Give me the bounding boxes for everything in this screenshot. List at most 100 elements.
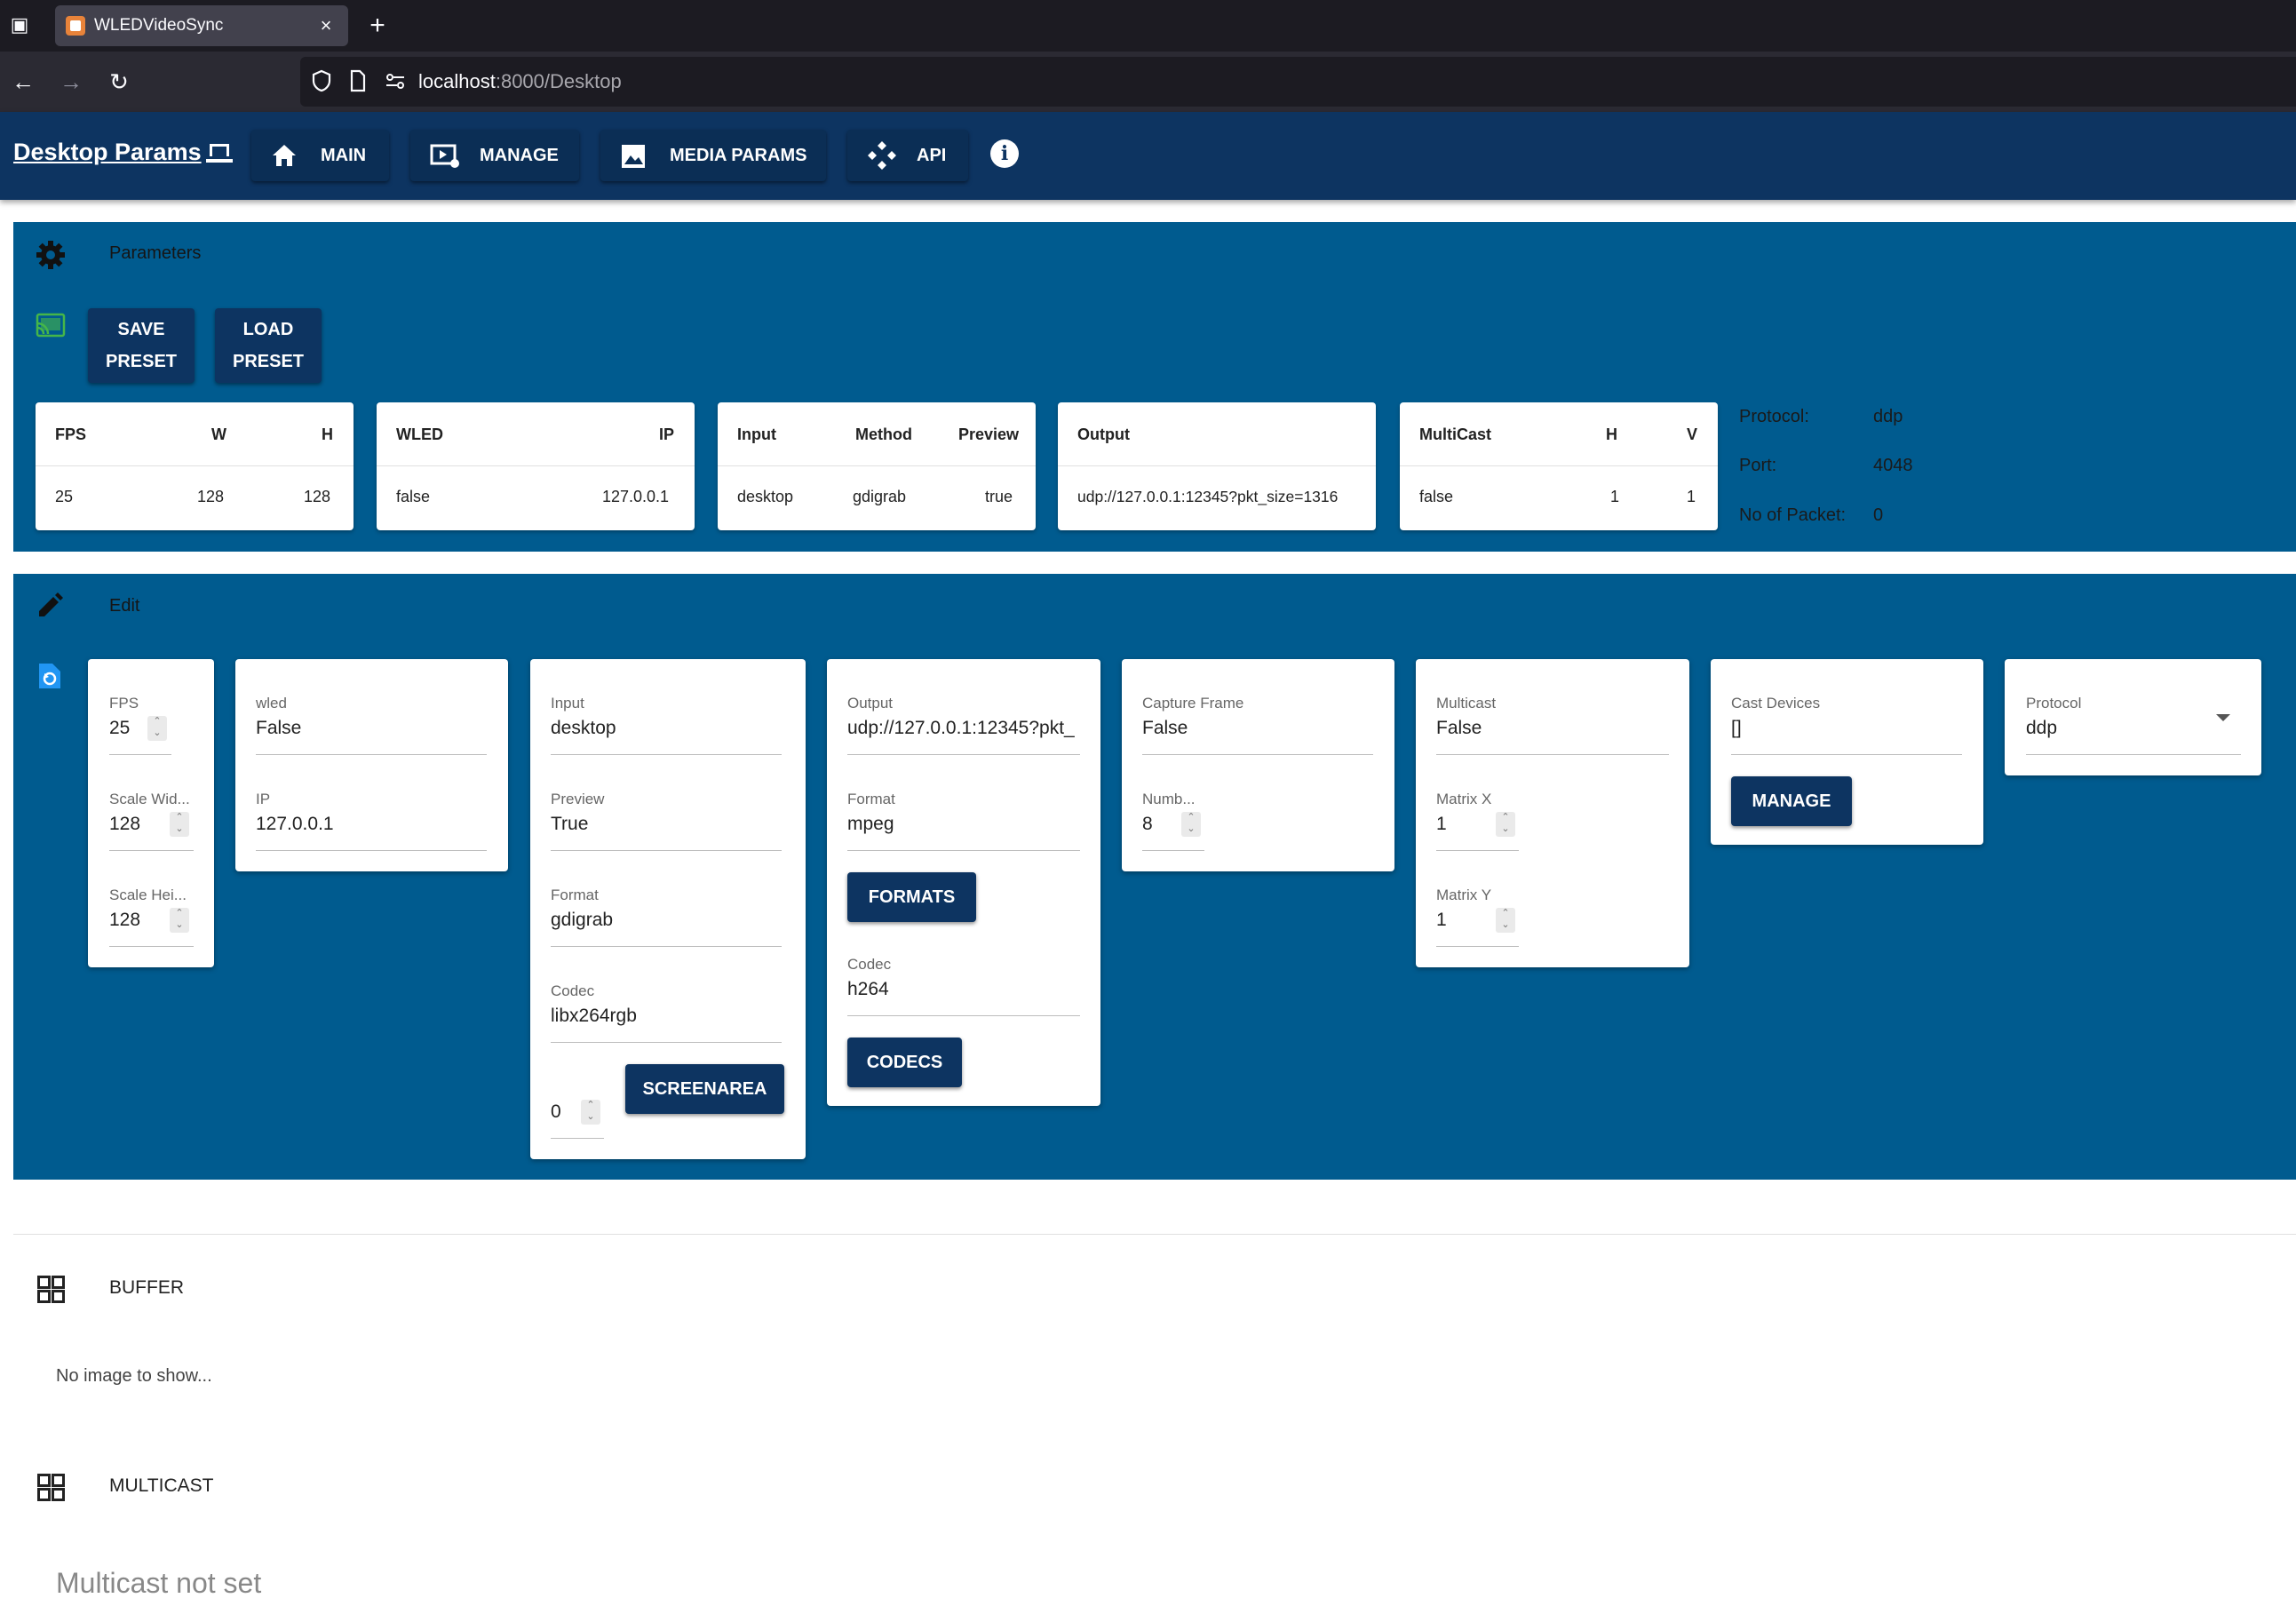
scale-width-input[interactable]: 128	[109, 814, 140, 835]
scale-height-stepper[interactable]: ⌃ ⌄	[170, 908, 189, 933]
permissions-icon[interactable]	[384, 69, 407, 92]
fps-label: FPS	[109, 695, 139, 712]
packets-label: No of Packet:	[1739, 505, 1847, 525]
field-underline	[109, 850, 194, 851]
table-cell: 128	[197, 488, 225, 505]
protocol-card[interactable]: Protocol ddp	[2005, 659, 2261, 775]
format-label: Format	[847, 791, 895, 807]
field-underline	[551, 946, 782, 947]
field-underline	[847, 850, 1080, 851]
multicast-field[interactable]: False	[1436, 718, 1482, 739]
table-cell: desktop	[737, 488, 794, 505]
shield-icon[interactable]	[311, 69, 332, 92]
capture-frame-label: Capture Frame	[1142, 695, 1244, 712]
output-field[interactable]: udp://127.0.0.1:12345?pkt_	[847, 718, 1080, 739]
field-underline	[551, 1042, 782, 1043]
monitor-stepper[interactable]: ⌃ ⌄	[581, 1100, 600, 1125]
matrix-x-stepper[interactable]: ⌃ ⌄	[1496, 812, 1515, 837]
matrix-y-input[interactable]: 1	[1436, 910, 1447, 931]
field-underline	[1436, 946, 1519, 947]
load-preset-button[interactable]: LOAD PRESET	[215, 308, 322, 383]
cast-devices-label: Cast Devices	[1731, 695, 1821, 712]
close-tab-icon[interactable]: ×	[313, 12, 339, 39]
field-underline	[847, 754, 1080, 755]
dropdown-arrow-icon[interactable]	[2216, 714, 2230, 721]
tab-title: WLEDVideoSync	[94, 16, 224, 35]
tab-list-icon[interactable]: ▣	[7, 12, 32, 37]
forward-icon[interactable]: →	[53, 64, 89, 99]
laptop-icon	[206, 144, 233, 163]
field-underline	[109, 946, 194, 947]
file-refresh-icon[interactable]	[37, 662, 62, 690]
new-tab-icon[interactable]: +	[362, 11, 393, 41]
fps-card: FPS 25 ⌃ ⌄ Scale Wid... 128 ⌃ ⌄ Scale Hei.…	[88, 659, 214, 967]
scale-height-input[interactable]: 128	[109, 910, 140, 931]
table-cell: 1	[1687, 488, 1696, 505]
codec-field[interactable]: libx264rgb	[551, 1006, 637, 1027]
fps-input[interactable]: 25	[109, 718, 130, 739]
reload-icon[interactable]: ↻	[101, 64, 137, 99]
browser-tab[interactable]: WLEDVideoSync ×	[55, 5, 348, 46]
monitor-input[interactable]: 0	[551, 1101, 561, 1123]
table-header: Preview	[958, 425, 1020, 443]
fps-stepper[interactable]: ⌃ ⌄	[147, 716, 167, 741]
info-icon[interactable]: i	[990, 139, 1019, 168]
input-label: Input	[551, 695, 584, 712]
capture-frame-card: Capture Frame False Numb... 8 ⌃ ⌄	[1122, 659, 1394, 871]
manage-cast-button[interactable]: MANAGE	[1731, 776, 1852, 826]
number-stepper[interactable]: ⌃ ⌄	[1181, 812, 1201, 837]
packets-value: 0	[1873, 505, 1884, 525]
field-underline	[109, 754, 171, 755]
port-value: 4048	[1873, 456, 1913, 475]
address-bar[interactable]: localhost:8000/Desktop	[300, 57, 2296, 107]
capture-frame-field[interactable]: False	[1142, 718, 1188, 739]
gear-icon	[36, 241, 65, 269]
table-header: Output	[1077, 425, 1130, 443]
format-field[interactable]: gdigrab	[551, 910, 613, 931]
table-header: FPS	[55, 425, 87, 443]
table-divider	[36, 465, 354, 466]
field-underline	[2026, 754, 2241, 755]
wled-label: wled	[256, 695, 287, 712]
cast-connected-icon	[36, 313, 66, 338]
multicast-card: Multicast False Matrix X 1 ⌃ ⌄ Matrix Y 1…	[1416, 659, 1689, 967]
image-icon	[622, 145, 645, 168]
formats-button[interactable]: FORMATS	[847, 872, 976, 922]
edit-title: Edit	[109, 596, 140, 616]
table-cell: false	[396, 488, 431, 505]
back-icon[interactable]: ←	[5, 64, 41, 99]
input-field[interactable]: desktop	[551, 718, 616, 739]
format-field[interactable]: mpeg	[847, 814, 894, 835]
multicast-title[interactable]: MULTICAST	[109, 1475, 213, 1497]
matrix-x-input[interactable]: 1	[1436, 814, 1447, 835]
protocol-select[interactable]: ddp	[2026, 718, 2057, 739]
screenarea-button[interactable]: SCREENAREA	[625, 1064, 784, 1114]
number-label: Numb...	[1142, 791, 1196, 807]
cast-devices-field[interactable]: []	[1731, 718, 1742, 739]
table-header: Method	[855, 425, 912, 443]
ip-input[interactable]: 127.0.0.1	[256, 814, 334, 835]
scale-width-stepper[interactable]: ⌃ ⌄	[170, 812, 189, 837]
table-divider	[1058, 465, 1376, 466]
nav-media-params-button[interactable]: MEDIA PARAMS	[600, 130, 826, 181]
nav-manage-button[interactable]: MANAGE	[410, 130, 579, 181]
grid-view-icon	[37, 1276, 65, 1303]
matrix-y-stepper[interactable]: ⌃ ⌄	[1496, 908, 1515, 933]
number-input[interactable]: 8	[1142, 814, 1153, 835]
codecs-button[interactable]: CODECS	[847, 1038, 962, 1087]
nav-api-button[interactable]: API	[847, 130, 968, 181]
buffer-title[interactable]: BUFFER	[109, 1277, 184, 1299]
codec-field[interactable]: h264	[847, 979, 889, 1000]
nav-main-button[interactable]: MAIN	[251, 130, 389, 181]
page-title-link[interactable]: Desktop Params	[13, 139, 202, 166]
preview-field[interactable]: True	[551, 814, 588, 835]
browser-nav-bar: ← → ↻ localhost:8000/Desktop	[0, 52, 2296, 112]
wled-input[interactable]: False	[256, 718, 301, 739]
field-underline	[1142, 850, 1204, 851]
grid-view-icon	[37, 1474, 65, 1501]
scale-width-label: Scale Wid...	[109, 791, 190, 807]
table-header: H	[1606, 425, 1617, 443]
table-header: IP	[659, 425, 675, 443]
save-preset-button[interactable]: SAVE PRESET	[88, 308, 195, 383]
table-cell: 128	[304, 488, 331, 505]
